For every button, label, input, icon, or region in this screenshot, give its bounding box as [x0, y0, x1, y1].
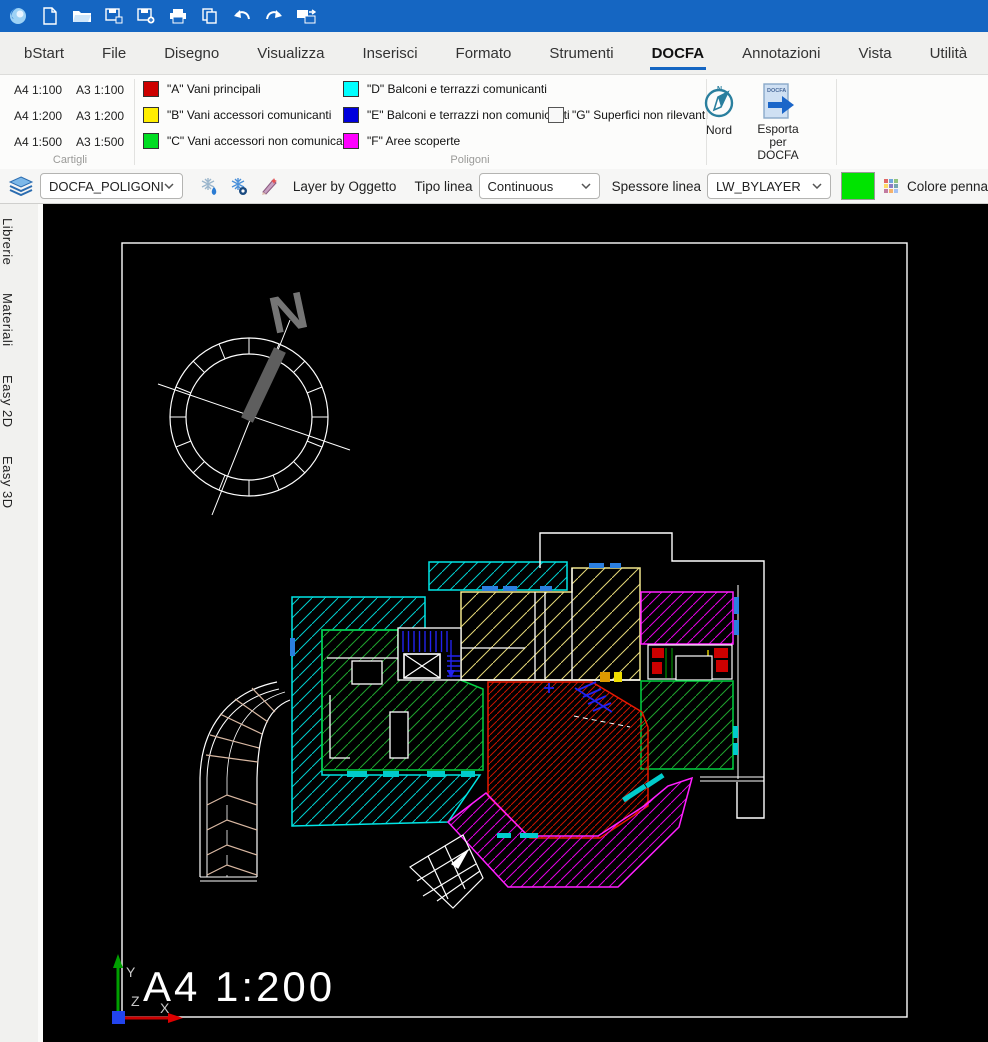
- region-vani-principali: [488, 682, 648, 838]
- drawing-canvas[interactable]: N: [43, 204, 988, 1042]
- menu-bar: bStart File Disegno Visualizza Inserisci…: [0, 32, 988, 75]
- swatch-f-magenta: [343, 133, 359, 149]
- compass-icon: N: [700, 83, 738, 121]
- tab-easy2d[interactable]: Easy 2D: [0, 361, 38, 442]
- ribbon-docfa: A4 1:100 A3 1:100 A4 1:200 A3 1:200 A4 1…: [0, 75, 988, 170]
- ucs-y-label: Y: [126, 964, 136, 980]
- menu-disegno[interactable]: Disegno: [162, 35, 221, 72]
- region-aree-scoperte-nord: [641, 592, 733, 644]
- north-letter: N: [264, 281, 313, 346]
- pen-style-icon[interactable]: [259, 176, 279, 196]
- chevron-down-icon: [812, 183, 822, 189]
- elevator: [404, 654, 440, 678]
- legend-superfici-non-rilevanti: "G" Superfici non rilevanti: [548, 106, 708, 124]
- layout-switch-button[interactable]: [296, 6, 316, 26]
- group-label-cartigli: Cartigli: [20, 154, 120, 166]
- chevron-down-icon: [581, 183, 591, 189]
- esporta-docfa-button[interactable]: DOCFA Esporta per DOCFA: [748, 83, 808, 162]
- legend-vani-accessori-non-com: "C" Vani accessori non comunicanti: [143, 132, 355, 150]
- legend-balconi-non-com: "E" Balconi e terrazzi non comunicanti: [343, 106, 570, 124]
- menu-inserisci[interactable]: Inserisci: [361, 35, 420, 72]
- ucs-x-label: X: [160, 1000, 170, 1016]
- legend-vani-accessori-com: "B" Vani accessori comunicanti: [143, 106, 331, 124]
- svg-text:N: N: [717, 86, 722, 93]
- layers-icon[interactable]: [8, 175, 34, 197]
- menu-strumenti[interactable]: Strumenti: [547, 35, 615, 72]
- layer-by-oggetto-label: Layer by Oggetto: [293, 179, 397, 194]
- cartiglio-a4-500[interactable]: A4 1:500: [14, 132, 72, 152]
- colore-penna-label: Colore penna: [907, 179, 988, 194]
- legend-vani-principali: "A" Vani principali: [143, 80, 261, 98]
- menu-file[interactable]: File: [100, 35, 128, 72]
- spessore-linea-dropdown[interactable]: LW_BYLAYER: [707, 173, 831, 199]
- copy-button[interactable]: [200, 6, 220, 26]
- menu-bstart[interactable]: bStart: [22, 35, 66, 72]
- application-window: bStart File Disegno Visualizza Inserisci…: [0, 0, 988, 1042]
- layer-dropdown[interactable]: DOCFA_POLIGONI: [40, 173, 183, 199]
- menu-annotazioni[interactable]: Annotazioni: [740, 35, 822, 72]
- export-docfa-icon: DOCFA: [758, 83, 798, 120]
- ribbon-separator: [134, 79, 135, 165]
- chevron-down-icon: [164, 183, 174, 189]
- sheet-scale-label: A4 1:200: [143, 963, 335, 1010]
- north-needle: [247, 350, 280, 420]
- fixture-detail-box: [648, 645, 732, 680]
- app-logo: [8, 6, 28, 26]
- swatch-d-cyan: [343, 81, 359, 97]
- freeze-layer-icon[interactable]: [199, 176, 219, 196]
- palette-grid-icon[interactable]: [883, 176, 899, 196]
- tab-easy3d[interactable]: Easy 3D: [0, 442, 38, 523]
- undo-button[interactable]: [232, 6, 252, 26]
- swatch-a-red: [143, 81, 159, 97]
- tab-librerie[interactable]: Librerie: [0, 204, 38, 279]
- legend-aree-scoperte: "F" Aree scoperte: [343, 132, 460, 150]
- cartiglio-a3-500[interactable]: A3 1:500: [76, 132, 134, 152]
- ucs-origin: [112, 1011, 125, 1024]
- ribbon-separator: [836, 79, 837, 165]
- title-bar: [0, 0, 988, 32]
- menu-formato[interactable]: Formato: [454, 35, 514, 72]
- cartiglio-a4-200[interactable]: A4 1:200: [14, 106, 72, 126]
- redo-button[interactable]: [264, 6, 284, 26]
- tab-materiali[interactable]: Materiali: [0, 279, 38, 361]
- swatch-g-white: [548, 107, 564, 123]
- legend-balconi-com: "D" Balconi e terrazzi comunicanti: [343, 80, 547, 98]
- region-balcone-superiore: [429, 562, 567, 590]
- new-file-button[interactable]: [40, 6, 60, 26]
- save-as-button[interactable]: [136, 6, 156, 26]
- side-panel-tabs: Librerie Materiali Easy 2D Easy 3D: [0, 204, 39, 1042]
- menu-visualizza[interactable]: Visualizza: [255, 35, 326, 72]
- menu-vista[interactable]: Vista: [857, 35, 894, 72]
- print-button[interactable]: [168, 6, 188, 26]
- cartiglio-a4-100[interactable]: A4 1:100: [14, 80, 72, 100]
- ramp-steps: [206, 688, 275, 875]
- cartiglio-a3-100[interactable]: A3 1:100: [76, 80, 134, 100]
- group-label-poligoni: Poligoni: [390, 154, 550, 166]
- region-vani-accessori-non-com-est: [641, 681, 733, 769]
- access-ramp: [200, 682, 290, 881]
- tipo-linea-dropdown[interactable]: Continuous: [479, 173, 600, 199]
- cartiglio-a3-200[interactable]: A3 1:200: [76, 106, 134, 126]
- svg-text:DOCFA: DOCFA: [767, 88, 786, 94]
- swatch-e-blue: [343, 107, 359, 123]
- pen-color-swatch[interactable]: [841, 172, 875, 200]
- spessore-linea-label: Spessore linea: [612, 179, 701, 194]
- swatch-c-green: [143, 133, 159, 149]
- open-folder-button[interactable]: [72, 6, 92, 26]
- swatch-b-yellow: [143, 107, 159, 123]
- freeze-viewport-icon[interactable]: [229, 176, 249, 196]
- north-compass: N: [158, 281, 350, 515]
- menu-utilita[interactable]: Utilità: [928, 35, 970, 72]
- ucs-z-label: Z: [131, 993, 140, 1009]
- properties-toolbar: DOCFA_POLIGONI Layer by Oggetto Tipo lin…: [0, 169, 988, 204]
- save-button[interactable]: [104, 6, 124, 26]
- staircase-main: [398, 628, 461, 680]
- cad-drawing: N: [43, 204, 988, 1042]
- tipo-linea-label: Tipo linea: [414, 179, 472, 194]
- nord-button[interactable]: N Nord: [697, 83, 741, 137]
- menu-docfa[interactable]: DOCFA: [650, 35, 707, 72]
